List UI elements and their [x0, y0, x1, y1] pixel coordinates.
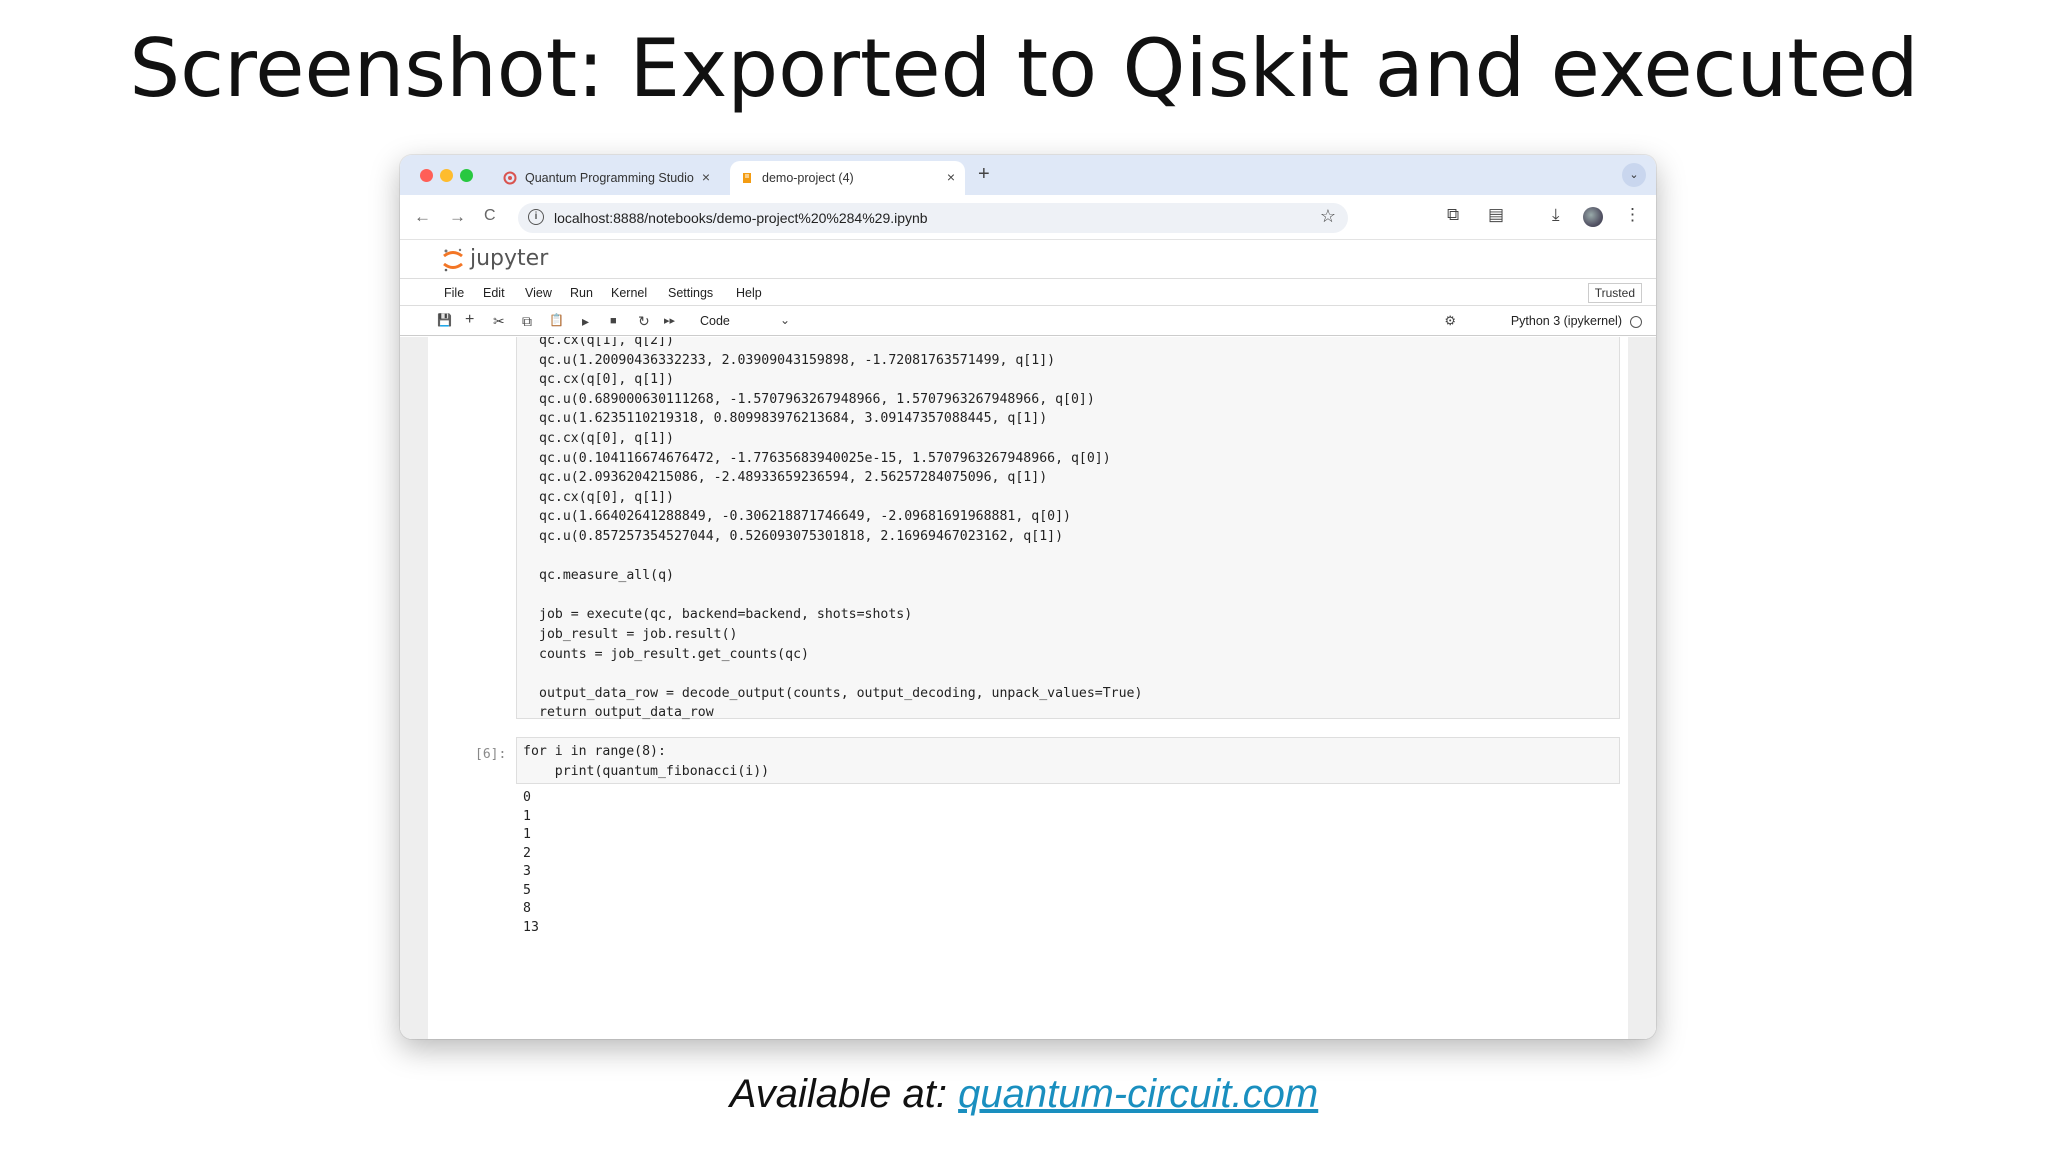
minimize-window-button[interactable]	[440, 169, 453, 182]
cell-type-select[interactable]: Code	[700, 314, 730, 328]
url-bar[interactable]: i localhost:8888/notebooks/demo-project%…	[518, 203, 1348, 233]
tab-title: demo-project (4)	[762, 171, 854, 185]
output-line: 1	[523, 827, 531, 842]
close-tab-icon[interactable]: ×	[702, 169, 710, 185]
restart-icon[interactable]: ↻	[638, 313, 650, 330]
address-bar-row: ← → C i localhost:8888/notebooks/demo-pr…	[400, 195, 1656, 240]
code-line: qc.u(1.20090436332233, 2.03909043159898,…	[539, 352, 1056, 368]
code-line: qc.u(1.6235110219318, 0.809983976213684,…	[539, 411, 1048, 427]
cut-icon[interactable]: ✂	[493, 313, 505, 330]
output-line: 13	[523, 919, 539, 935]
menu-bar: File Edit View Run Kernel Settings Help …	[400, 280, 1656, 306]
cell-code: for i in range(8): print(quantum_fibonac…	[523, 742, 769, 781]
left-gutter	[400, 337, 428, 1039]
code-cell-input[interactable]: qc.cx(q[1], q[2]) qc.u(1.20090436332233,…	[516, 337, 1620, 720]
menu-help[interactable]: Help	[736, 286, 762, 300]
reading-list-icon[interactable]: ▤	[1488, 205, 1504, 225]
more-menu-icon[interactable]: ⋮	[1624, 205, 1641, 225]
chevron-down-icon[interactable]: ⌄	[780, 313, 790, 327]
output-line: 5	[523, 882, 531, 898]
code-line: qc.cx(q[0], q[1])	[539, 430, 674, 446]
maximize-window-button[interactable]	[460, 169, 473, 182]
browser-window: Quantum Programming Studio × demo-projec…	[400, 155, 1656, 1039]
code-line: qc.measure_all(q)	[539, 568, 674, 584]
footer-prefix: Available at:	[729, 1072, 959, 1116]
code-line: counts = job_result.get_counts(qc)	[539, 646, 809, 662]
code-line: qc.u(2.0936204215086, -2.48933659236594,…	[539, 470, 1048, 486]
jupyter-logo-text: jupyter	[470, 246, 549, 271]
back-arrow-icon[interactable]: ←	[414, 207, 431, 227]
run-all-icon[interactable]: ▸▸	[664, 314, 675, 327]
new-tab-button[interactable]: +	[978, 163, 990, 186]
qps-favicon-icon	[503, 171, 517, 185]
jupyter-logo-icon	[443, 248, 463, 272]
menu-settings[interactable]: Settings	[668, 286, 713, 300]
output-line: 0	[523, 790, 531, 805]
tab-strip: Quantum Programming Studio × demo-projec…	[400, 155, 1656, 195]
save-icon[interactable]: 💾	[437, 313, 452, 327]
download-icon[interactable]: ⤓	[1552, 205, 1560, 225]
kernel-name[interactable]: Python 3 (ipykernel)	[1511, 314, 1622, 328]
tab-demo-project[interactable]: demo-project (4) ×	[730, 161, 965, 195]
menu-view[interactable]: View	[525, 286, 552, 300]
paste-icon[interactable]: 📋	[549, 313, 564, 327]
menu-file[interactable]: File	[444, 286, 464, 300]
code-line: output_data_row = decode_output(counts, …	[539, 685, 1143, 701]
tab-quantum-programming-studio[interactable]: Quantum Programming Studio ×	[495, 161, 720, 195]
code-line: for i in range(8):	[523, 744, 666, 759]
output-line: 1	[523, 808, 531, 824]
close-window-button[interactable]	[420, 169, 433, 182]
cell-output: 0 1 1 2 3 5 8 13	[523, 789, 539, 937]
profile-avatar[interactable]	[1583, 207, 1603, 227]
notebook-favicon-icon	[743, 173, 751, 183]
code-line: qc.cx(q[0], q[1])	[539, 372, 674, 388]
kernel-status-icon	[1630, 316, 1642, 328]
output-line: 2	[523, 845, 531, 861]
copy-icon[interactable]: ⧉	[522, 313, 532, 330]
right-gutter	[1628, 337, 1656, 1039]
url-text: localhost:8888/notebooks/demo-project%20…	[554, 210, 928, 226]
code-line: qc.u(1.66402641288849, -0.30621887174664…	[539, 509, 1071, 525]
code-line: return output_data_row	[539, 705, 714, 721]
tab-search-button[interactable]: ⌄	[1622, 163, 1646, 187]
add-cell-icon[interactable]: +	[465, 311, 474, 329]
code-line: qc.u(0.689000630111268, -1.5707963267948…	[539, 391, 1095, 407]
output-text: 0 1 1 2 3 5 8 13	[523, 789, 539, 937]
footer-link[interactable]: quantum-circuit.com	[958, 1072, 1318, 1116]
cell-code: qc.cx(q[1], q[2]) qc.u(1.20090436332233,…	[539, 337, 1142, 723]
jupyter-header: jupyter	[400, 241, 1656, 279]
debugger-icon[interactable]: ⚙	[1444, 313, 1456, 329]
code-line: job = execute(qc, backend=backend, shots…	[539, 607, 913, 623]
extensions-icon[interactable]: ⧉	[1447, 205, 1459, 225]
stop-icon[interactable]: ■	[610, 315, 617, 327]
cell-prompt: [6]:	[475, 747, 507, 762]
code-line: qc.cx(q[0], q[1])	[539, 489, 674, 505]
notebook-panel: qc.cx(q[1], q[2]) qc.u(1.20090436332233,…	[400, 337, 1656, 1039]
menu-kernel[interactable]: Kernel	[611, 286, 647, 300]
slide-footer: Available at: quantum-circuit.com	[0, 1072, 2048, 1117]
notebook-toolbar: 💾 + ✂ ⧉ 📋 ▸ ■ ↻ ▸▸ Code ⌄ ⚙ Python 3 (ip…	[400, 307, 1656, 336]
menu-edit[interactable]: Edit	[483, 286, 505, 300]
slide-title: Screenshot: Exported to Qiskit and execu…	[129, 22, 1919, 115]
code-line: qc.cx(q[1], q[2])	[539, 337, 674, 348]
reload-icon[interactable]: C	[484, 207, 496, 225]
forward-arrow-icon[interactable]: →	[449, 207, 466, 227]
tab-title: Quantum Programming Studio	[525, 171, 694, 185]
code-line: print(quantum_fibonacci(i))	[523, 763, 770, 779]
output-line: 8	[523, 901, 531, 916]
code-line: qc.u(0.104116674676472, -1.7763568394002…	[539, 450, 1111, 466]
code-line: job_result = job.result()	[539, 626, 738, 642]
close-tab-icon[interactable]: ×	[947, 169, 955, 185]
trusted-indicator[interactable]: Trusted	[1587, 283, 1642, 303]
run-icon[interactable]: ▸	[582, 313, 589, 330]
bookmark-star-icon[interactable]: ☆	[1320, 206, 1336, 227]
code-line: qc.u(0.857257354527044, 0.52609307530181…	[539, 528, 1064, 544]
output-line: 3	[523, 864, 531, 879]
code-cell-input[interactable]: for i in range(8): print(quantum_fibonac…	[516, 737, 1620, 784]
menu-run[interactable]: Run	[570, 286, 593, 300]
site-info-icon[interactable]: i	[528, 209, 544, 225]
